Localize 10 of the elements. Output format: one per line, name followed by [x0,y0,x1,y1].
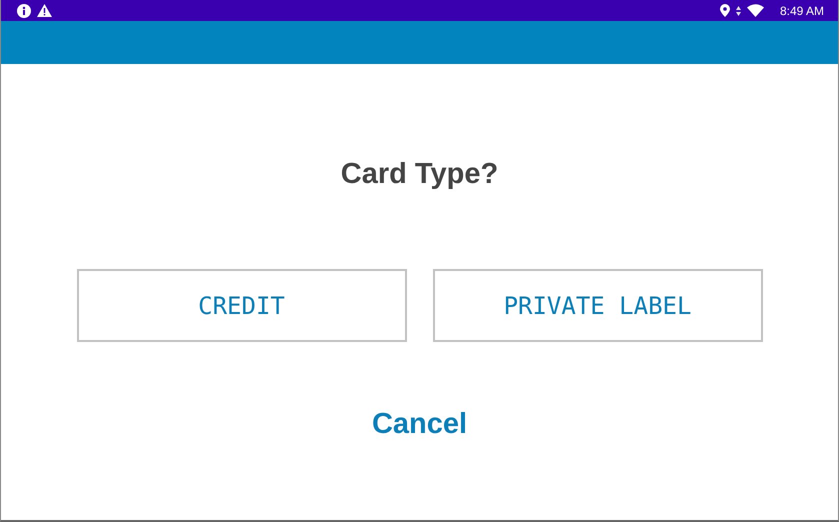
warning-icon [37,4,52,17]
card-type-button[interactable]: CREDIT [76,269,406,342]
card-type-button[interactable]: PRIVATE LABEL [432,269,762,342]
wifi-icon [746,4,764,17]
clock-time: 8:49 AM [780,4,824,18]
data-arrows-icon [736,6,741,16]
cancel-button[interactable]: Cancel [372,408,468,441]
location-icon [720,4,730,17]
info-icon [17,4,31,18]
dialog-title: Card Type? [340,158,498,191]
